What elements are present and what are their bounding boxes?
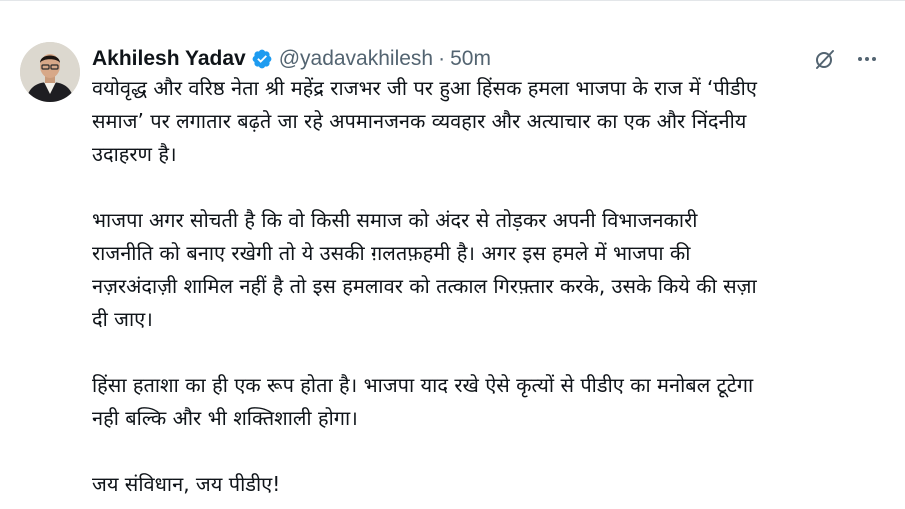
verified-badge-icon (251, 48, 273, 70)
tweet-line: वयोवृद्ध और वरिष्ठ नेता श्री महेंद्र राज… (92, 76, 757, 100)
separator-dot: · (438, 47, 446, 70)
tweet-line: नज़रअंदाज़ी शामिल नहीं है तो इस हमलावर क… (92, 274, 757, 298)
tweet-paragraph: वयोवृद्ध और वरिष्ठ नेता श्री महेंद्र राज… (92, 72, 892, 171)
tweet-paragraph: हिंसा हताशा का ही एक रूप होता है। भाजपा … (92, 369, 892, 435)
tweet-line: भाजपा अगर सोचती है कि वो किसी समाज को अं… (92, 208, 698, 232)
tweet-line: समाज’ पर लगातार बढ़ते जा रहे अपमानजनक व्… (92, 109, 747, 133)
divider (0, 0, 905, 1)
grok-icon[interactable] (813, 47, 837, 71)
tweet-line: उदाहरण है। (92, 142, 177, 166)
header-actions (813, 47, 885, 71)
tweet-line: जय संविधान, जय पीडीए! (92, 472, 281, 496)
tweet-line: दी जाए। (92, 307, 153, 331)
tweet-text: वयोवृद्ध और वरिष्ठ नेता श्री महेंद्र राज… (92, 72, 892, 501)
tweet-paragraph: भाजपा अगर सोचती है कि वो किसी समाज को अं… (92, 204, 892, 336)
tweet-line: हिंसा हताशा का ही एक रूप होता है। भाजपा … (92, 373, 754, 397)
tweet-header: Akhilesh Yadav @yadavakhilesh · 50m (92, 44, 885, 74)
timestamp[interactable]: 50m (450, 47, 491, 71)
tweet-line: राजनीति को बनाए रखेगी तो ये उसकी ग़लतफ़ह… (92, 241, 691, 265)
author-handle[interactable]: @yadavakhilesh (279, 47, 433, 71)
author-name[interactable]: Akhilesh Yadav (92, 47, 246, 71)
tweet-line: नही बल्कि और भी शक्तिशाली होगा। (92, 406, 358, 430)
avatar[interactable] (20, 42, 80, 102)
tweet-card[interactable]: Akhilesh Yadav @yadavakhilesh · 50m वयोव… (0, 0, 905, 509)
tweet-paragraph: जय संविधान, जय पीडीए! (92, 468, 892, 501)
more-options-icon[interactable] (855, 47, 879, 71)
avatar-image (20, 42, 80, 102)
